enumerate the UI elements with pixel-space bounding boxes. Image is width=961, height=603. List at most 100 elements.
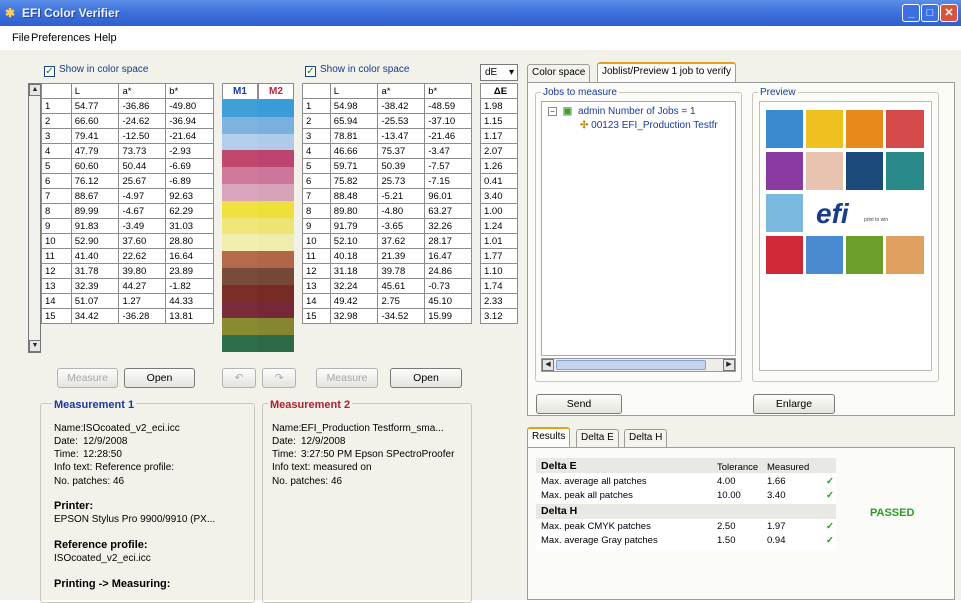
de-value: 1.01 — [480, 233, 518, 249]
table-row[interactable]: 2 66.60 -24.62 -36.94 — [41, 113, 214, 129]
table-row[interactable]: 5 60.60 50.44 -6.69 — [41, 158, 214, 174]
maximize-button[interactable]: □ — [921, 4, 939, 22]
row-number: 10 — [41, 233, 72, 249]
scroll-down-icon[interactable]: ▼ — [29, 340, 41, 352]
menu-help[interactable]: Help — [94, 32, 117, 44]
column-header[interactable]: b* — [165, 83, 214, 99]
table-row[interactable]: 4 46.66 75.37 -3.47 — [302, 143, 472, 159]
table-cell: 75.82 — [329, 173, 379, 189]
undo-button[interactable]: ↶ — [222, 368, 256, 388]
result-tolerance: 1.50 — [717, 535, 736, 546]
m1-printing-title: Printing -> Measuring: — [54, 578, 171, 590]
m1-date-value: 12/9/2008 — [83, 436, 128, 447]
show-in-color-space-checkbox-left[interactable]: ✓ Show in color space — [44, 64, 149, 77]
m2-time-value: 3:27:50 PM Epson SPectroProofer — [301, 449, 455, 460]
column-header[interactable]: L — [329, 83, 379, 99]
tab-delta-h[interactable]: Delta H — [624, 429, 668, 447]
row-number: 7 — [302, 188, 331, 204]
user-folder-icon: ▣ — [562, 106, 573, 117]
column-header[interactable]: a* — [118, 83, 167, 99]
table-row[interactable]: 3 78.81 -13.47 -21.46 — [302, 128, 472, 144]
table-row[interactable]: 12 31.18 39.78 24.86 — [302, 263, 472, 279]
column-header[interactable] — [41, 83, 72, 99]
table-cell: -4.80 — [377, 203, 426, 219]
row-number: 8 — [302, 203, 331, 219]
table-row[interactable]: 8 89.99 -4.67 62.29 — [41, 203, 214, 219]
table-row[interactable]: 1 54.77 -36.86 -49.80 — [41, 98, 214, 114]
scroll-up-icon[interactable]: ▲ — [29, 84, 41, 96]
table-cell: 52.10 — [329, 233, 379, 249]
column-header[interactable]: L — [70, 83, 120, 99]
table-row[interactable]: 14 51.07 1.27 44.33 — [41, 293, 214, 309]
measure-button-left[interactable]: Measure — [57, 368, 118, 388]
table-row[interactable]: 9 91.83 -3.49 31.03 — [41, 218, 214, 234]
tab-delta-e[interactable]: Delta E — [576, 429, 619, 447]
table-row[interactable]: 3 79.41 -12.50 -21.64 — [41, 128, 214, 144]
table-cell: 54.77 — [70, 98, 120, 114]
table-row[interactable]: 10 52.90 37.60 28.80 — [41, 233, 214, 249]
open-button-left[interactable]: Open — [124, 368, 195, 388]
menu-file[interactable]: File — [12, 32, 30, 44]
tab-color-space[interactable]: Color space — [527, 64, 591, 82]
result-label: Max. peak all patches — [541, 490, 633, 501]
table-row[interactable]: 7 88.67 -4.97 92.63 — [41, 188, 214, 204]
scroll-thumb[interactable] — [556, 360, 706, 370]
table-row[interactable]: 6 75.82 25.73 -7.15 — [302, 173, 472, 189]
enlarge-button[interactable]: Enlarge — [753, 394, 835, 414]
color-swatch — [222, 284, 258, 302]
table-cell: -5.21 — [377, 188, 426, 204]
column-header[interactable] — [302, 83, 331, 99]
pass-check-icon: ✓ — [826, 535, 834, 546]
row-number: 13 — [302, 278, 331, 294]
row-number: 5 — [302, 158, 331, 174]
measure-button-right[interactable]: Measure — [316, 368, 378, 388]
show-in-color-space-checkbox-right[interactable]: ✓ Show in color space — [305, 64, 410, 77]
row-number: 15 — [41, 308, 72, 324]
table-row[interactable]: 8 89.80 -4.80 63.27 — [302, 203, 472, 219]
table-row[interactable]: 14 49.42 2.75 45.10 — [302, 293, 472, 309]
m2-info-label: Info text: — [272, 462, 311, 473]
tree-job-item[interactable]: ✣ 00123 EFI_Production Testfr — [580, 120, 718, 131]
minimize-button[interactable]: _ — [902, 4, 920, 22]
de-dropdown[interactable]: dE ▾ — [480, 64, 518, 81]
tree-root[interactable]: − ▣ admin Number of Jobs = 1 — [548, 106, 696, 117]
tab-results[interactable]: Results — [527, 427, 571, 447]
close-button[interactable]: ✕ — [940, 4, 958, 22]
title-bar[interactable]: ✱ EFI Color Verifier _ □ ✕ — [0, 0, 961, 26]
table-row[interactable]: 6 76.12 25.67 -6.89 — [41, 173, 214, 189]
app-icon: ✱ — [5, 6, 16, 20]
table-cell: 1.27 — [118, 293, 167, 309]
redo-button[interactable]: ↷ — [262, 368, 296, 388]
tab-joblist-preview[interactable]: Joblist/Preview 1 job to verify — [597, 62, 736, 82]
row-number: 9 — [302, 218, 331, 234]
table-row[interactable]: 15 32.98 -34.52 15.99 — [302, 308, 472, 324]
scroll-right-icon[interactable]: ▶ — [723, 359, 735, 371]
send-button[interactable]: Send — [536, 394, 622, 414]
table-cell: 44.27 — [118, 278, 167, 294]
table-row[interactable]: 15 34.42 -36.28 13.81 — [41, 308, 214, 324]
column-header[interactable]: a* — [377, 83, 426, 99]
table-row[interactable]: 11 41.40 22.62 16.64 — [41, 248, 214, 264]
table-row[interactable]: 13 32.24 45.61 -0.73 — [302, 278, 472, 294]
table-row[interactable]: 13 32.39 44.27 -1.82 — [41, 278, 214, 294]
de-value: 1.00 — [480, 203, 518, 219]
column-header[interactable]: b* — [424, 83, 472, 99]
jobs-tree[interactable] — [541, 101, 736, 356]
table-row[interactable]: 10 52.10 37.62 28.17 — [302, 233, 472, 249]
collapse-icon[interactable]: − — [548, 107, 557, 116]
table-row[interactable]: 5 59.71 50.39 -7.57 — [302, 158, 472, 174]
table-row[interactable]: 1 54.98 -38.42 -48.59 — [302, 98, 472, 114]
menu-preferences[interactable]: Preferences — [31, 32, 90, 44]
scroll-left-icon[interactable]: ◀ — [542, 359, 554, 371]
open-button-right[interactable]: Open — [390, 368, 462, 388]
table-row[interactable]: 12 31.78 39.80 23.89 — [41, 263, 214, 279]
table-row[interactable]: 7 88.48 -5.21 96.01 — [302, 188, 472, 204]
table-row[interactable]: 11 40.18 21.39 16.47 — [302, 248, 472, 264]
table-cell: 45.10 — [424, 293, 472, 309]
table-row[interactable]: 2 65.94 -25.53 -37.10 — [302, 113, 472, 129]
de-value: 0.41 — [480, 173, 518, 189]
table-row[interactable]: 9 91.79 -3.65 32.26 — [302, 218, 472, 234]
table-row[interactable]: 4 47.79 73.73 -2.93 — [41, 143, 214, 159]
left-table-scrollbar[interactable]: ▲ ▼ — [28, 83, 41, 353]
jobs-horizontal-scrollbar[interactable]: ◀ ▶ — [541, 358, 736, 372]
